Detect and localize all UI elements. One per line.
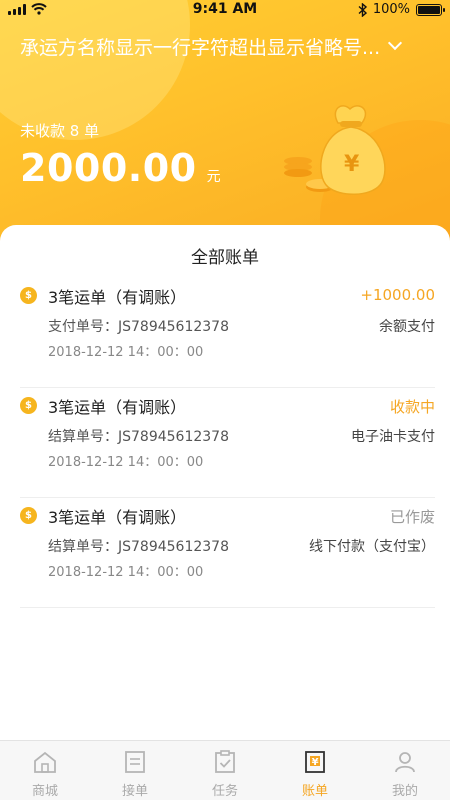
carrier-name: 承运方名称显示一行字符超出显示省略号...	[20, 36, 381, 59]
bill-title: 3笔运单（有调账）	[48, 508, 187, 527]
tab-label: 任务	[211, 784, 238, 799]
bill-payment-method: 电子油卡支付	[351, 429, 435, 445]
bill-status: 已作废	[389, 508, 435, 526]
tab-label: 接单	[121, 784, 148, 799]
bill-date: 2018-12-12 14：00：00	[48, 345, 204, 360]
home-icon	[34, 751, 56, 773]
bill-order-number: 结算单号：JS78945612378	[48, 539, 229, 555]
coin-icon: $	[20, 287, 37, 304]
header: 9:41 AM 100% 承运方名称显示一行字符超出显示省略号... 未收款 8…	[0, 0, 450, 260]
bill-status: 收款中	[389, 398, 435, 416]
unpaid-amount-row: 2000.00 元	[20, 146, 221, 190]
status-right: 100%	[358, 2, 445, 17]
tab-bar: 商城 接单 任务 ¥ 账单 我的	[0, 740, 450, 800]
tab-mine[interactable]: 我的	[360, 741, 450, 800]
bill-payment-method: 余额支付	[379, 319, 435, 335]
card-title: 全部账单	[191, 248, 259, 268]
tab-tasks[interactable]: 任务	[180, 741, 270, 800]
coin-icon: $	[20, 507, 37, 524]
user-icon	[395, 752, 415, 773]
bill-date: 2018-12-12 14：00：00	[48, 565, 204, 580]
coin-icon: $	[20, 397, 37, 414]
bill-order-number: 支付单号：JS78945612378	[48, 319, 229, 335]
bill-item[interactable]: $ 3笔运单（有调账） +1000.00 支付单号：JS78945612378 …	[20, 278, 435, 388]
list-icon	[125, 751, 145, 773]
battery-percent: 100%	[372, 2, 410, 17]
tab-label: 我的	[391, 784, 418, 799]
battery-icon	[416, 3, 445, 16]
tab-orders[interactable]: 接单	[90, 741, 180, 800]
amount-unit: 元	[206, 169, 221, 185]
bill-item[interactable]: $ 3笔运单（有调账） 收款中 结算单号：JS78945612378 电子油卡支…	[20, 388, 435, 498]
tab-bills[interactable]: ¥ 账单	[270, 741, 360, 800]
svg-text:¥: ¥	[312, 757, 319, 768]
tab-label: 账单	[301, 784, 328, 799]
bill-list-card: 全部账单 $ 3笔运单（有调账） +1000.00 支付单号：JS7894561…	[0, 225, 450, 740]
bill-status: +1000.00	[360, 286, 435, 304]
bill-title: 3笔运单（有调账）	[48, 398, 187, 417]
unpaid-count-label: 未收款 8 单	[20, 122, 100, 140]
svg-text:¥: ¥	[344, 152, 360, 177]
money-bag-illustration: ¥	[284, 105, 386, 195]
bill-title: 3笔运单（有调账）	[48, 288, 187, 307]
bluetooth-icon	[358, 2, 367, 17]
bill-icon: ¥	[305, 751, 325, 773]
chevron-down-icon	[388, 35, 403, 51]
carrier-selector[interactable]: 承运方名称显示一行字符超出显示省略号...	[20, 32, 440, 60]
bill-order-number: 结算单号：JS78945612378	[48, 429, 229, 445]
status-bar: 9:41 AM 100%	[0, 0, 450, 20]
clipboard-icon	[215, 750, 235, 773]
unpaid-amount: 2000.00	[20, 146, 197, 190]
bill-payment-method: 线下付款（支付宝）	[309, 539, 435, 555]
bill-date: 2018-12-12 14：00：00	[48, 455, 204, 470]
bill-item[interactable]: $ 3笔运单（有调账） 已作废 结算单号：JS78945612378 线下付款（…	[20, 498, 435, 608]
tab-label: 商城	[31, 784, 58, 799]
tab-mall[interactable]: 商城	[0, 741, 90, 800]
header-decor-circle	[0, 0, 190, 140]
